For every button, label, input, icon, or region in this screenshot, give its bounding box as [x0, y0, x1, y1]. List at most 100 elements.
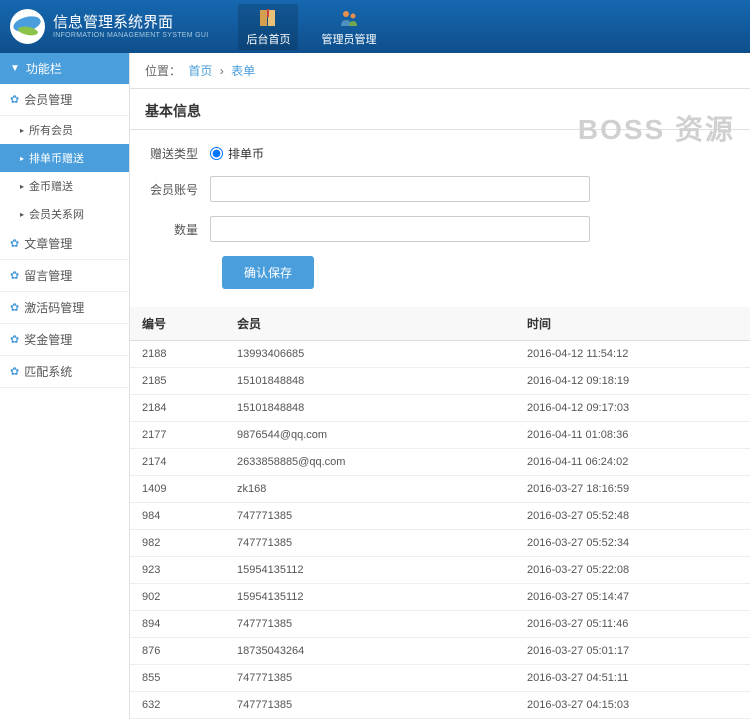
table-cell: 923	[130, 557, 225, 584]
table-row: 6327477713852016-03-27 04:15:03	[130, 692, 750, 719]
nav-label: 管理员管理	[321, 31, 376, 47]
menu-bonus[interactable]: ✿ 奖金管理	[0, 324, 129, 356]
table-cell: 2016-03-27 05:14:47	[515, 584, 750, 611]
table-cell: 2016-04-11 06:24:02	[515, 449, 750, 476]
breadcrumb-home[interactable]: 首页	[188, 64, 212, 78]
table-cell: 2177	[130, 422, 225, 449]
submenu-paidan-gift[interactable]: ▸ 排单币赠送	[0, 144, 129, 172]
table-cell: 2016-03-27 04:15:03	[515, 692, 750, 719]
breadcrumb: 位置： 首页 › 表单	[130, 53, 750, 89]
triangle-icon: ▸	[20, 210, 24, 219]
table-row: 2185151018488482016-04-12 09:18:19	[130, 368, 750, 395]
table-cell: 15954135112	[225, 584, 515, 611]
header: 信息管理系统界面 INFORMATION MANAGEMENT SYSTEM G…	[0, 0, 750, 53]
gear-icon: ✿	[10, 269, 19, 282]
table-cell: 15954135112	[225, 557, 515, 584]
menu-activation[interactable]: ✿ 激活码管理	[0, 292, 129, 324]
table-cell: 13993406685	[225, 341, 515, 368]
nav-admin[interactable]: 管理员管理	[313, 4, 384, 50]
table-cell: 2016-03-27 05:52:48	[515, 503, 750, 530]
table-cell: 747771385	[225, 665, 515, 692]
table-cell: 747771385	[225, 503, 515, 530]
table-cell: 2184	[130, 395, 225, 422]
menu-article[interactable]: ✿ 文章管理	[0, 228, 129, 260]
table-cell: 2016-04-12 09:18:19	[515, 368, 750, 395]
table-cell: 632	[130, 692, 225, 719]
gear-icon: ✿	[10, 237, 19, 250]
table-cell: 894	[130, 611, 225, 638]
table-cell: zk168	[225, 476, 515, 503]
table-cell: 982	[130, 530, 225, 557]
table-cell: 2016-03-27 05:52:34	[515, 530, 750, 557]
submenu-all-members[interactable]: ▸ 所有会员	[0, 116, 129, 144]
table-row: 9827477713852016-03-27 05:52:34	[130, 530, 750, 557]
submenu-member-network[interactable]: ▸ 会员关系网	[0, 200, 129, 228]
type-radio-input[interactable]	[210, 147, 223, 160]
breadcrumb-current[interactable]: 表单	[231, 64, 255, 78]
table-cell: 2016-04-12 09:17:03	[515, 395, 750, 422]
table-row: 8947477713852016-03-27 05:11:46	[130, 611, 750, 638]
arrow-down-icon: ▼	[10, 63, 20, 74]
qty-label: 数量	[145, 221, 210, 238]
app-subtitle: INFORMATION MANAGEMENT SYSTEM GUI	[53, 32, 208, 39]
menu-member[interactable]: ✿ 会员管理	[0, 84, 129, 116]
nav-label: 后台首页	[246, 31, 290, 47]
gear-icon: ✿	[10, 301, 19, 314]
qty-input[interactable]	[210, 216, 590, 242]
table-cell: 2016-03-27 05:22:08	[515, 557, 750, 584]
top-nav: 后台首页 管理员管理	[238, 4, 384, 50]
table-row: 876187350432642016-03-27 05:01:17	[130, 638, 750, 665]
submenu-gold-gift[interactable]: ▸ 金币赠送	[0, 172, 129, 200]
table-row: 8557477713852016-03-27 04:51:11	[130, 665, 750, 692]
nav-home[interactable]: 后台首页	[238, 4, 298, 50]
table-cell: 747771385	[225, 692, 515, 719]
menu-message[interactable]: ✿ 留言管理	[0, 260, 129, 292]
table-row: 1409zk1682016-03-27 18:16:59	[130, 476, 750, 503]
gear-icon: ✿	[10, 93, 19, 106]
table-row: 9847477713852016-03-27 05:52:48	[130, 503, 750, 530]
table-cell: 15101848848	[225, 395, 515, 422]
triangle-icon: ▸	[20, 126, 24, 135]
table-cell: 15101848848	[225, 368, 515, 395]
table-row: 21779876544@qq.com2016-04-11 01:08:36	[130, 422, 750, 449]
content: 位置： 首页 › 表单 基本信息 赠送类型 排单币 会员账号 数量 确认保存	[130, 53, 750, 719]
data-table: 编号 会员 时间 2188139934066852016-04-12 11:54…	[130, 307, 750, 719]
th-time: 时间	[515, 307, 750, 341]
table-row: 902159541351122016-03-27 05:14:47	[130, 584, 750, 611]
sidebar: ▼ 功能栏 ✿ 会员管理 ▸ 所有会员 ▸ 排单币赠送 ▸ 金币赠送 ▸ 会员关…	[0, 53, 130, 719]
gear-icon: ✿	[10, 365, 19, 378]
table-cell: 2016-03-27 05:01:17	[515, 638, 750, 665]
section-title: 基本信息	[130, 89, 750, 130]
submenu: ▸ 所有会员 ▸ 排单币赠送 ▸ 金币赠送 ▸ 会员关系网	[0, 116, 129, 228]
logo: 信息管理系统界面 INFORMATION MANAGEMENT SYSTEM G…	[10, 9, 208, 44]
table-row: 923159541351122016-03-27 05:22:08	[130, 557, 750, 584]
form: 赠送类型 排单币 会员账号 数量 确认保存	[130, 130, 750, 299]
table-cell: 1409	[130, 476, 225, 503]
admin-icon	[337, 7, 361, 29]
table-cell: 2016-03-27 04:51:11	[515, 665, 750, 692]
triangle-icon: ▸	[20, 182, 24, 191]
table-cell: 2188	[130, 341, 225, 368]
triangle-icon: ▸	[20, 154, 24, 163]
table-row: 2184151018488482016-04-12 09:17:03	[130, 395, 750, 422]
type-label: 赠送类型	[145, 145, 210, 162]
table-cell: 747771385	[225, 530, 515, 557]
table-cell: 2016-04-12 11:54:12	[515, 341, 750, 368]
table-row: 2188139934066852016-04-12 11:54:12	[130, 341, 750, 368]
table-cell: 2174	[130, 449, 225, 476]
sidebar-title: ▼ 功能栏	[0, 53, 129, 84]
menu-match[interactable]: ✿ 匹配系统	[0, 356, 129, 388]
table-cell: 2633858885@qq.com	[225, 449, 515, 476]
table-cell: 902	[130, 584, 225, 611]
table-cell: 876	[130, 638, 225, 665]
account-input[interactable]	[210, 176, 590, 202]
submit-button[interactable]: 确认保存	[222, 256, 314, 289]
table-cell: 9876544@qq.com	[225, 422, 515, 449]
type-radio[interactable]: 排单币	[210, 145, 264, 162]
th-id: 编号	[130, 307, 225, 341]
book-icon	[256, 7, 280, 29]
table-cell: 2016-03-27 05:11:46	[515, 611, 750, 638]
app-title: 信息管理系统界面	[53, 14, 208, 32]
gear-icon: ✿	[10, 333, 19, 346]
table-cell: 984	[130, 503, 225, 530]
